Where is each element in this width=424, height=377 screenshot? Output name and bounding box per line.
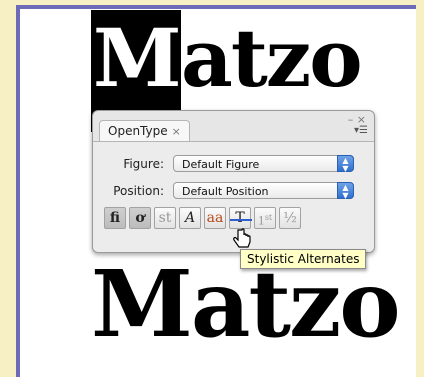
stylistic-alternates-button[interactable]: aa — [204, 207, 226, 229]
position-select-value: Default Position — [182, 185, 269, 198]
tab-opentype[interactable]: OpenType × — [99, 120, 190, 142]
hand-cursor-icon — [233, 228, 251, 248]
discretionary-ligatures-button[interactable]: st — [154, 207, 176, 229]
select-arrows-icon: ▲ ▼ — [337, 182, 354, 200]
wordmark-bottom: Matzo — [91, 250, 401, 358]
position-label: Position: — [113, 184, 164, 198]
fractions-button[interactable]: ½ — [279, 207, 301, 229]
position-row: Position: Default Position ▲ ▼ — [93, 181, 374, 201]
figure-select-value: Default Figure — [182, 158, 260, 171]
tooltip: Stylistic Alternates — [240, 249, 367, 269]
figure-row: Figure: Default Figure ▲ ▼ — [93, 154, 374, 174]
titling-alternates-button[interactable]: T — [229, 207, 251, 229]
swash-button[interactable]: A — [179, 207, 201, 229]
button-underline — [230, 219, 252, 221]
figure-select[interactable]: Default Figure ▲ ▼ — [173, 155, 354, 173]
tab-close-icon[interactable]: × — [172, 125, 181, 138]
select-arrows-icon: ▲ ▼ — [337, 155, 354, 173]
ordinals-button[interactable]: 1st — [254, 207, 276, 229]
contextual-alternates-button[interactable]: ơ — [129, 207, 151, 229]
wordmark-top-rest: atzo — [181, 11, 363, 105]
position-select[interactable]: Default Position ▲ ▼ — [173, 182, 354, 200]
tab-label: OpenType — [108, 124, 168, 138]
figure-label: Figure: — [123, 157, 164, 171]
highlighted-glyph: M — [93, 11, 182, 105]
panel-menu-icon[interactable]: ▾☰ — [354, 125, 368, 136]
ligatures-button[interactable]: fi — [104, 207, 126, 229]
